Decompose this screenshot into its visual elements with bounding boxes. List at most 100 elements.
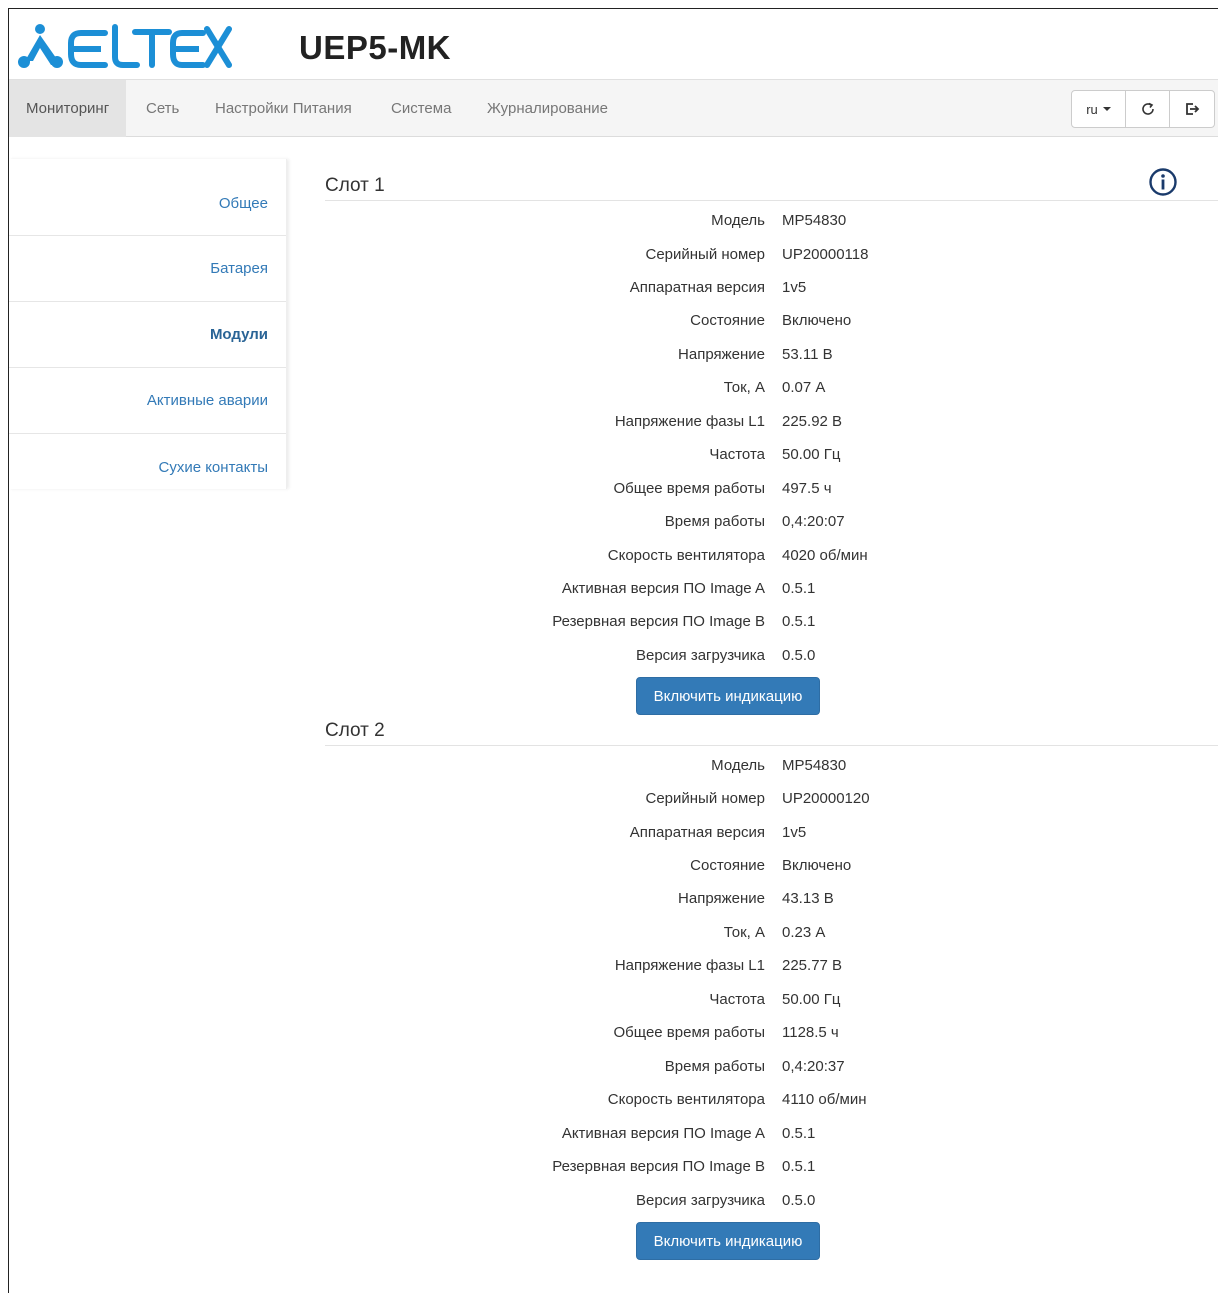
row-label: Время работы — [664, 1058, 765, 1075]
row-value: UP20000118 — [782, 246, 869, 263]
slot-1-row-phase-voltage: Напряжение фазы L1 225.92 В — [9, 413, 1218, 433]
row-value: 225.92 В — [782, 413, 843, 430]
header: UEP5-MK — [9, 9, 1218, 79]
slot-2-row-fw-image-b: Резервная версия ПО Image B 0.5.1 — [9, 1158, 1218, 1178]
row-value: 0.23 А — [782, 924, 826, 941]
row-value: 1v5 — [782, 824, 807, 841]
row-value: 0,4:20:37 — [782, 1058, 845, 1075]
slot-1-row-voltage: Напряжение 53.11 В — [9, 346, 1218, 366]
slot-1-row-fan-speed: Скорость вентилятора 4020 об/мин — [9, 547, 1218, 567]
slot-1-row-bootloader: Версия загрузчика 0.5.0 — [9, 647, 1218, 667]
refresh-button[interactable] — [1126, 91, 1170, 127]
row-label: Аппаратная версия — [629, 279, 765, 296]
refresh-icon — [1141, 102, 1154, 115]
row-label: Резервная версия ПО Image B — [552, 1158, 765, 1175]
row-value: 0.07 А — [782, 379, 826, 396]
row-value: 4110 об/мин — [782, 1091, 867, 1108]
slot-2-row-bootloader: Версия загрузчика 0.5.0 — [9, 1192, 1218, 1212]
slot-2-row-phase-voltage: Напряжение фазы L1 225.77 В — [9, 957, 1218, 977]
row-label: Частота — [709, 446, 765, 463]
row-label: Активная версия ПО Image A — [561, 1125, 765, 1142]
row-label: Аппаратная версия — [629, 824, 765, 841]
slot-2-row-serial: Серийный номер UP20000120 — [9, 790, 1218, 810]
nav-item-logging[interactable]: Журналирование — [470, 80, 625, 137]
slot-2-row-total-uptime: Общее время работы 1128.5 ч — [9, 1024, 1218, 1044]
row-label: Напряжение — [678, 890, 765, 907]
slot-2-row-current: Ток, А 0.23 А — [9, 924, 1218, 944]
row-label: Скорость вентилятора — [607, 547, 765, 564]
slot-2-enable-indication-button[interactable]: Включить индикацию — [636, 1222, 820, 1260]
row-label: Скорость вентилятора — [607, 1091, 765, 1108]
info-circle-icon[interactable] — [1148, 167, 1178, 197]
row-value: 1v5 — [782, 279, 807, 296]
slot-1-row-model: Модель MP54830 — [9, 212, 1218, 232]
caret-down-icon — [1102, 107, 1111, 111]
row-value: 50.00 Гц — [782, 446, 841, 463]
row-label: Напряжение фазы L1 — [614, 413, 765, 430]
nav-button-group: ru — [1071, 90, 1215, 128]
slot-1-enable-indication-button[interactable]: Включить индикацию — [636, 677, 820, 715]
nav-item-system[interactable]: Система — [374, 80, 468, 137]
slot-2-row-state: Состояние Включено — [9, 857, 1218, 877]
slot-2-row-frequency: Частота 50.00 Гц — [9, 991, 1218, 1011]
row-label: Время работы — [664, 513, 765, 530]
slot-1-row-state: Состояние Включено — [9, 312, 1218, 332]
row-value: 0.5.1 — [782, 580, 816, 597]
row-label: Версия загрузчика — [635, 1192, 765, 1209]
slot-2-row-uptime: Время работы 0,4:20:37 — [9, 1058, 1218, 1078]
row-label: Модель — [711, 212, 765, 229]
row-value: 0.5.1 — [782, 613, 816, 630]
nav-item-network[interactable]: Сеть — [129, 80, 196, 137]
row-label: Активная версия ПО Image A — [561, 580, 765, 597]
row-value: 0.5.1 — [782, 1125, 816, 1142]
slot-1-row-fw-image-b: Резервная версия ПО Image B 0.5.1 — [9, 613, 1218, 633]
slot-2-row-voltage: Напряжение 43.13 В — [9, 890, 1218, 910]
slot-1-row-current: Ток, А 0.07 А — [9, 379, 1218, 399]
slot-1-row-hw-version: Аппаратная версия 1v5 — [9, 279, 1218, 299]
row-value: 4020 об/мин — [782, 547, 868, 564]
row-value: 50.00 Гц — [782, 991, 841, 1008]
row-value: 43.13 В — [782, 890, 834, 907]
row-value: 225.77 В — [782, 957, 843, 974]
eltex-logo — [17, 21, 232, 69]
slot-1-row-fw-image-a: Активная версия ПО Image A 0.5.1 — [9, 580, 1218, 600]
row-label: Общее время работы — [613, 1024, 765, 1041]
nav-item-power-settings[interactable]: Настройки Питания — [198, 80, 369, 137]
logout-button[interactable] — [1170, 91, 1214, 127]
row-value: UP20000120 — [782, 790, 870, 807]
row-label: Серийный номер — [645, 246, 765, 263]
slot-2-row-hw-version: Аппаратная версия 1v5 — [9, 824, 1218, 844]
row-value: Включено — [782, 857, 852, 874]
top-navbar: Мониторинг Сеть Настройки Питания Систем… — [9, 79, 1218, 137]
slot-2-divider — [325, 745, 1218, 746]
language-label: ru — [1086, 101, 1098, 117]
slot-1-title: Слот 1 — [325, 175, 385, 196]
row-value: 53.11 В — [782, 346, 833, 363]
row-value: 0,4:20:07 — [782, 513, 845, 530]
row-label: Версия загрузчика — [635, 647, 765, 664]
row-value: 1128.5 ч — [782, 1024, 839, 1041]
row-value: MP54830 — [782, 757, 847, 774]
row-label: Серийный номер — [645, 790, 765, 807]
row-label: Модель — [711, 757, 765, 774]
slot-2-row-model: Модель MP54830 — [9, 757, 1218, 777]
row-label: Напряжение фазы L1 — [614, 957, 765, 974]
logout-icon — [1186, 103, 1200, 115]
slot-1-row-total-uptime: Общее время работы 497.5 ч — [9, 480, 1218, 500]
slot-1-row-frequency: Частота 50.00 Гц — [9, 446, 1218, 466]
slot-1-row-uptime: Время работы 0,4:20:07 — [9, 513, 1218, 533]
row-value: 0.5.0 — [782, 1192, 816, 1209]
row-label: Резервная версия ПО Image B — [552, 613, 765, 630]
row-label: Напряжение — [678, 346, 765, 363]
row-value: Включено — [782, 312, 852, 329]
row-label: Ток, А — [723, 379, 765, 396]
language-dropdown[interactable]: ru — [1072, 91, 1126, 127]
nav-item-monitoring[interactable]: Мониторинг — [9, 80, 127, 137]
page-frame: UEP5-MK Мониторинг Сеть Настройки Питани… — [8, 8, 1218, 1293]
row-value: 497.5 ч — [782, 480, 832, 497]
row-label: Общее время работы — [613, 480, 765, 497]
slot-1-divider — [325, 200, 1218, 201]
row-label: Состояние — [690, 312, 765, 329]
row-value: MP54830 — [782, 212, 847, 229]
slot-2-title: Слот 2 — [325, 720, 385, 741]
